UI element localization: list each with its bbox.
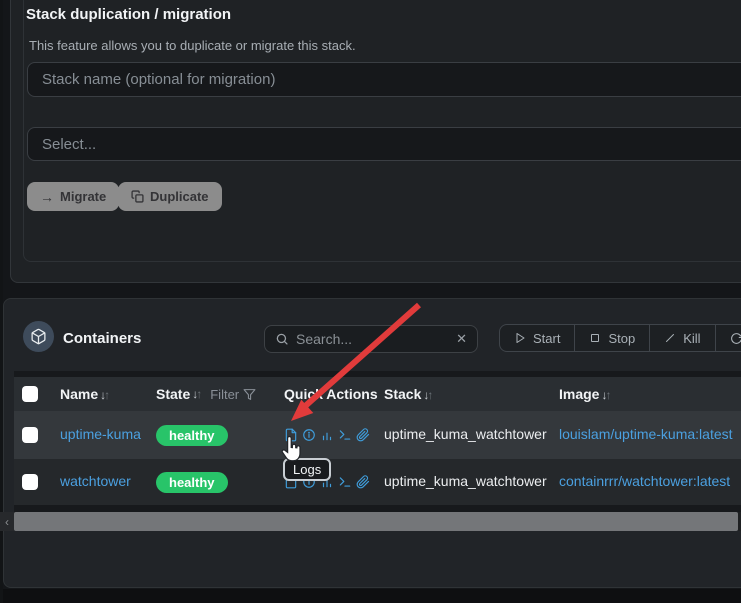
duplicate-button[interactable]: Duplicate [118, 182, 222, 211]
chevron-left-icon: ‹ [5, 515, 9, 529]
state-filter-label[interactable]: Filter [210, 387, 239, 402]
stop-button[interactable]: Stop [575, 325, 650, 351]
page: Stack duplication / migration This featu… [0, 0, 741, 603]
containers-search: ✕ [264, 325, 478, 353]
stack-name-input[interactable] [27, 62, 741, 97]
stack-cell: uptime_kuma_watchtower [384, 426, 547, 442]
status-badge: healthy [156, 472, 228, 493]
header-name[interactable]: Name↓↑ [60, 386, 156, 402]
search-icon [275, 332, 289, 346]
search-clear-icon[interactable]: ✕ [456, 331, 467, 347]
sort-icon: ↓↑ [423, 388, 431, 402]
restart-button[interactable]: Rest [716, 325, 741, 351]
migrate-button-label: Migrate [60, 189, 106, 204]
containers-table: Name↓↑ State↓↑ Filter Quick Actions Stac… [14, 371, 741, 513]
console-icon[interactable] [338, 428, 352, 442]
scrollbar-thumb[interactable] [14, 512, 738, 531]
row-checkbox[interactable] [22, 474, 38, 490]
endpoint-select[interactable]: Select... [27, 127, 741, 161]
image-link[interactable]: louislam/uptime-kuma:latest [559, 426, 733, 442]
select-all-checkbox[interactable] [22, 386, 38, 402]
start-button-label: Start [533, 331, 560, 346]
stack-duplication-panel: Stack duplication / migration This featu… [10, 0, 741, 283]
containers-box-icon [23, 321, 54, 352]
play-icon [514, 332, 526, 344]
endpoint-select-placeholder: Select... [42, 136, 96, 153]
header-stack[interactable]: Stack↓↑ [384, 386, 559, 402]
stats-icon[interactable] [320, 428, 334, 442]
header-image[interactable]: Image↓↑ [559, 386, 741, 402]
table-row: uptime-kuma healthy uptime_kuma_watchtow… [14, 411, 741, 459]
container-name-link[interactable]: watchtower [60, 473, 131, 489]
row-checkbox[interactable] [22, 427, 38, 443]
sort-icon: ↓↑ [601, 388, 609, 402]
kill-button[interactable]: Kill [650, 325, 715, 351]
table-row: watchtower healthy uptime_kuma_watchtowe… [14, 459, 741, 505]
status-badge: healthy [156, 425, 228, 446]
arrow-right-icon: → [40, 190, 54, 204]
copy-icon [131, 190, 144, 203]
horizontal-scrollbar: ‹ [0, 512, 741, 531]
attach-icon[interactable] [356, 475, 370, 489]
filter-funnel-icon[interactable] [243, 388, 256, 401]
search-input[interactable] [296, 331, 449, 347]
container-actions: Start Stop Kill Rest [499, 324, 741, 352]
logs-tooltip-label: Logs [293, 462, 321, 477]
restart-icon [730, 332, 741, 345]
logs-tooltip: Logs [283, 458, 331, 481]
slash-icon [664, 332, 676, 344]
sort-icon: ↓↑ [100, 388, 108, 402]
duplicate-button-label: Duplicate [150, 189, 209, 204]
header-quick-actions: Quick Actions [284, 386, 384, 402]
table-header-row: Name↓↑ State↓↑ Filter Quick Actions Stac… [14, 377, 741, 411]
containers-panel: Containers ✕ Start Stop [3, 298, 741, 588]
stop-button-label: Stop [608, 331, 635, 346]
attach-icon[interactable] [356, 428, 370, 442]
container-name-link[interactable]: uptime-kuma [60, 426, 141, 442]
sort-icon: ↓↑ [192, 387, 200, 401]
console-icon[interactable] [338, 475, 352, 489]
stack-cell: uptime_kuma_watchtower [384, 473, 547, 489]
migrate-button[interactable]: → Migrate [27, 182, 119, 211]
inspect-icon[interactable] [302, 428, 316, 442]
containers-title: Containers [63, 330, 141, 347]
header-state[interactable]: State↓↑ Filter [156, 386, 284, 402]
scroll-left-button[interactable]: ‹ [0, 512, 14, 531]
stop-square-icon [589, 332, 601, 344]
kill-button-label: Kill [683, 331, 700, 346]
page-bottom-gap [0, 589, 741, 603]
logs-icon[interactable] [284, 428, 298, 442]
image-link[interactable]: containrrr/watchtower:latest [559, 473, 730, 489]
start-button[interactable]: Start [500, 325, 575, 351]
